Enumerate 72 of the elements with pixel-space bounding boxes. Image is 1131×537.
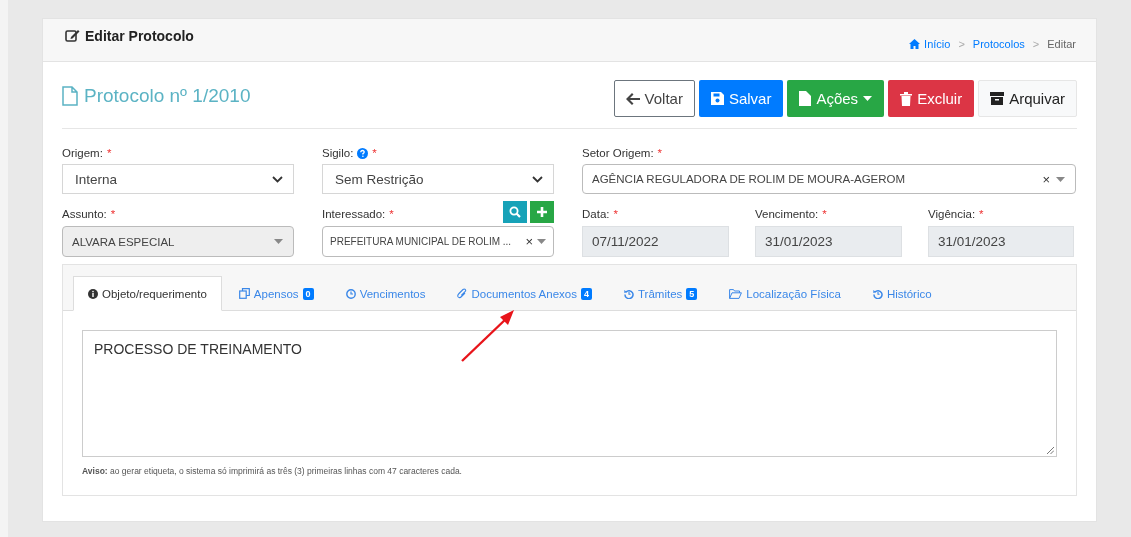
paperclip-icon <box>457 288 468 299</box>
history-icon <box>624 288 634 299</box>
caret-icon <box>274 239 283 244</box>
required-asterisk: * <box>106 147 112 159</box>
field-label: Data: <box>582 208 610 220</box>
page-title: Editar Protocolo <box>85 28 194 44</box>
breadcrumb-separator: > <box>958 38 965 50</box>
action-button[interactable]: Salvar <box>698 80 784 117</box>
caret-icon <box>863 95 873 102</box>
required-asterisk: * <box>389 208 394 220</box>
count-badge: 4 <box>580 287 592 300</box>
tab[interactable]: Documentos Anexos 4 <box>442 276 607 311</box>
field-label: Assunto: <box>62 208 107 220</box>
clock-icon <box>345 288 356 299</box>
tab[interactable]: Vencimentos <box>330 276 441 311</box>
breadcrumb-link[interactable]: Início <box>924 38 951 50</box>
search-button[interactable] <box>503 201 527 223</box>
action-button[interactable]: Arquivar <box>978 80 1077 117</box>
required-asterisk: * <box>372 147 377 159</box>
search-icon <box>509 206 521 218</box>
protocol-title: Protocolo nº 1/2010 <box>84 84 251 107</box>
select-field[interactable]: AGÊNCIA REGULADORA DE ROLIM DE MOURA-AGEROM × <box>582 164 1076 194</box>
required-asterisk: * <box>822 208 827 220</box>
count-badge: 0 <box>302 287 314 300</box>
caret-icon <box>537 239 546 244</box>
select-field[interactable]: Sem Restrição <box>322 164 554 194</box>
field-label: Vigência: <box>928 208 976 220</box>
floppy-icon <box>710 92 724 105</box>
plus-icon <box>536 206 548 218</box>
tab[interactable]: Localização Física <box>714 276 856 311</box>
required-asterisk: * <box>110 208 116 220</box>
select-field[interactable]: Interna <box>62 164 294 194</box>
clear-icon[interactable]: × <box>1042 171 1050 187</box>
home-icon <box>909 39 921 49</box>
document-icon <box>62 85 78 106</box>
copy-icon <box>238 288 250 299</box>
required-asterisk: * <box>657 147 663 159</box>
annotation-arrow <box>460 309 516 363</box>
resize-handle-icon[interactable] <box>1047 447 1054 454</box>
chevron-down-icon <box>272 175 283 183</box>
tab[interactable]: Apensos 0 <box>223 276 329 311</box>
info-icon <box>88 288 98 299</box>
breadcrumb-current: Editar <box>1047 38 1076 50</box>
select-field[interactable]: PREFEITURA MUNICIPAL DE ROLIM ... × <box>322 226 554 257</box>
tab[interactable]: Trâmites 5 <box>609 276 713 311</box>
count-badge: 5 <box>686 287 698 300</box>
action-button[interactable]: Voltar <box>613 80 695 117</box>
field-label: Sigilo: <box>322 147 354 159</box>
required-asterisk: * <box>613 208 618 220</box>
breadcrumb-link[interactable]: Protocolos <box>972 38 1025 50</box>
file-icon <box>799 91 812 106</box>
trash-icon <box>900 91 913 106</box>
breadcrumb-separator: > <box>1032 38 1040 50</box>
notice-text: Aviso: ao gerar etiqueta, o sistema só imprimirá as três (3) primeiras linhas com 47 caracteres cada. <box>82 466 463 476</box>
textarea-text: PROCESSO DE TREINAMENTO <box>94 341 302 357</box>
action-button[interactable]: Excluir <box>888 80 975 117</box>
edit-icon <box>65 29 80 43</box>
arrow-left-icon <box>625 92 640 105</box>
history-icon <box>872 288 883 299</box>
chevron-down-icon <box>532 175 543 183</box>
archive-box-icon <box>990 92 1005 105</box>
clear-icon[interactable]: × <box>525 234 533 249</box>
field-label: Interessado: <box>322 208 386 220</box>
add-button[interactable] <box>530 201 554 223</box>
folder-icon <box>729 288 743 299</box>
tab[interactable]: Objeto/requerimento <box>73 276 222 311</box>
field-label: Origem: <box>62 147 103 159</box>
required-asterisk: * <box>979 208 984 220</box>
field-label: Setor Origem: <box>582 147 654 159</box>
text-area[interactable]: PROCESSO DE TREINAMENTO <box>82 330 1057 457</box>
field-label: Vencimento: <box>755 208 819 220</box>
caret-icon <box>1056 176 1065 182</box>
